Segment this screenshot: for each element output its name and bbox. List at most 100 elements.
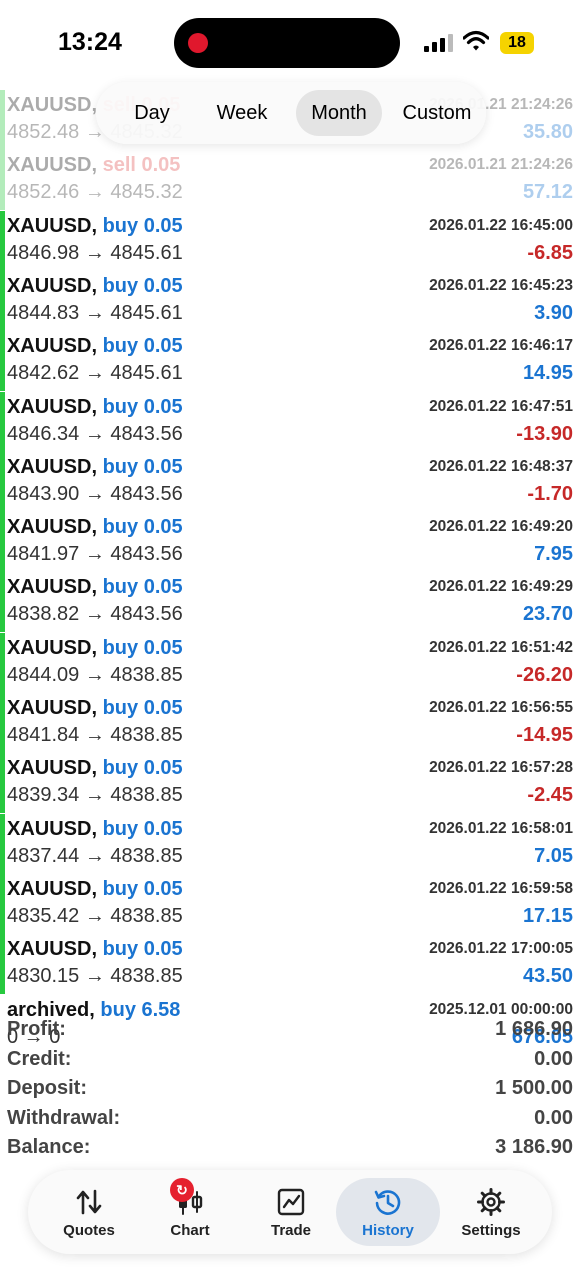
deal-row[interactable]: XAUUSD, buy 0.05 2026.01.22 17:00:05 4830.… bbox=[0, 934, 576, 995]
deal-row[interactable]: XAUUSD, buy 0.05 2026.01.22 16:59:58 4835.… bbox=[0, 873, 576, 934]
summary-row: Profit: 1 686.90 bbox=[0, 1018, 576, 1048]
deal-row[interactable]: XAUUSD, buy 0.05 2026.01.22 16:47:51 4846.… bbox=[0, 391, 576, 452]
deal-profit: 7.95 bbox=[534, 543, 573, 566]
deal-type: buy 0.05 bbox=[102, 817, 183, 840]
deal-profit: -6.85 bbox=[527, 241, 573, 264]
deal-prices: 4852.46 → 4845.32 bbox=[7, 181, 183, 204]
deal-prices: 4844.83 → 4845.61 bbox=[7, 301, 183, 324]
deal-row[interactable]: XAUUSD, sell 0.05 2026.01.21 21:24:26 4852… bbox=[0, 150, 576, 211]
deal-prices: 4830.15 → 4838.85 bbox=[7, 965, 183, 988]
deal-date: 2026.01.22 16:51:42 bbox=[429, 638, 573, 656]
summary-value: 0.00 bbox=[534, 1047, 573, 1070]
deal-symbol: XAUUSD bbox=[7, 335, 92, 358]
chart-notification-badge: ↻ bbox=[170, 1178, 194, 1202]
recording-indicator-icon bbox=[188, 33, 208, 53]
deal-prices: 4846.98 → 4845.61 bbox=[7, 241, 183, 264]
deal-title: XAUUSD, buy 0.05 bbox=[7, 214, 183, 237]
deal-symbol: XAUUSD bbox=[7, 154, 92, 177]
dynamic-island bbox=[174, 18, 400, 68]
period-day[interactable]: Day bbox=[106, 90, 198, 136]
deal-type: buy 0.05 bbox=[102, 636, 183, 659]
deal-type: buy 0.05 bbox=[102, 757, 183, 780]
deal-accent-bar bbox=[0, 512, 5, 573]
summary-label: Balance: bbox=[7, 1136, 91, 1159]
period-week[interactable]: Week bbox=[200, 90, 284, 136]
deal-type: buy 0.05 bbox=[102, 697, 183, 719]
deal-symbol: XAUUSD bbox=[7, 817, 92, 840]
deal-date: 2026.01.21 21:24:26 bbox=[429, 156, 573, 174]
deal-date: 2026.01.22 16:57:28 bbox=[429, 759, 573, 777]
deal-symbol: XAUUSD bbox=[7, 274, 92, 297]
tab-settings[interactable]: Settings bbox=[439, 1178, 543, 1246]
deal-prices: 4846.34 → 4843.56 bbox=[7, 422, 183, 445]
summary-row: Withdrawal: 0.00 bbox=[0, 1107, 576, 1137]
deal-title: XAUUSD, sell 0.05 bbox=[7, 154, 181, 177]
deal-symbol: XAUUSD bbox=[7, 455, 92, 478]
deal-accent-bar bbox=[0, 90, 5, 150]
deal-accent-bar bbox=[0, 753, 5, 814]
deal-prices: 4841.97 → 4843.56 bbox=[7, 543, 183, 566]
deal-row[interactable]: XAUUSD, buy 0.05 2026.01.22 16:49:29 4838.… bbox=[0, 572, 576, 633]
deal-profit: 17.15 bbox=[522, 904, 573, 927]
summary-row: Deposit: 1 500.00 bbox=[0, 1077, 576, 1107]
deal-prices: 4841.84 → 4838.85 bbox=[7, 724, 183, 746]
deal-row[interactable]: XAUUSD, buy 0.05 2026.01.22 16:57:28 4839.… bbox=[0, 753, 576, 814]
deal-profit: 3.90 bbox=[534, 301, 573, 324]
period-custom[interactable]: Custom bbox=[388, 90, 486, 136]
deal-date: 2026.01.22 16:58:01 bbox=[429, 819, 573, 837]
deal-row[interactable]: XAUUSD, buy 0.05 2026.01.22 16:56:55 4841.… bbox=[0, 693, 576, 753]
deal-accent-bar bbox=[0, 813, 5, 874]
deal-symbol: XAUUSD bbox=[7, 757, 92, 780]
summary-value: 0.00 bbox=[534, 1106, 573, 1129]
deal-prices: 4837.44 → 4838.85 bbox=[7, 844, 183, 867]
deal-title: XAUUSD, buy 0.05 bbox=[7, 757, 183, 780]
deal-accent-bar bbox=[0, 210, 5, 271]
deal-date: 2026.01.22 16:59:58 bbox=[429, 879, 573, 897]
deal-row[interactable]: XAUUSD, buy 0.05 2026.01.22 16:46:17 4842.… bbox=[0, 331, 576, 392]
deal-title: XAUUSD, buy 0.05 bbox=[7, 877, 183, 900]
deal-title: XAUUSD, buy 0.05 bbox=[7, 576, 183, 599]
tab-quotes[interactable]: Quotes bbox=[37, 1178, 141, 1246]
bottom-tab-bar: Quotes Chart Trade History Settings bbox=[28, 1170, 552, 1254]
deal-row[interactable]: XAUUSD, buy 0.05 2026.01.22 16:45:23 4844.… bbox=[0, 270, 576, 331]
deal-profit: -14.95 bbox=[516, 724, 573, 746]
period-month[interactable]: Month bbox=[296, 90, 382, 136]
wifi-icon bbox=[463, 30, 489, 51]
deal-accent-bar bbox=[0, 150, 5, 211]
deal-symbol: XAUUSD bbox=[7, 636, 92, 659]
deal-date: 2026.01.22 16:45:23 bbox=[429, 276, 573, 294]
deal-date: 2026.01.22 16:49:20 bbox=[429, 518, 573, 536]
history-icon bbox=[374, 1190, 401, 1215]
deal-prices: 4839.34 → 4838.85 bbox=[7, 784, 183, 807]
tab-trade[interactable]: Trade bbox=[239, 1178, 343, 1246]
deal-symbol: XAUUSD bbox=[7, 94, 92, 116]
deal-type: buy 0.05 bbox=[102, 214, 183, 237]
deal-profit: -26.20 bbox=[516, 663, 573, 686]
deal-row[interactable]: XAUUSD, buy 0.05 2026.01.22 16:51:42 4844.… bbox=[0, 632, 576, 693]
deal-row[interactable]: XAUUSD, buy 0.05 2026.01.22 16:48:37 4843.… bbox=[0, 451, 576, 512]
tab-label: Settings bbox=[461, 1222, 521, 1239]
period-filter: Day Week Month Custom bbox=[96, 82, 486, 144]
trade-icon bbox=[277, 1188, 305, 1216]
deal-row[interactable]: XAUUSD, buy 0.05 2026.01.22 16:49:20 4841.… bbox=[0, 512, 576, 573]
deal-row[interactable]: XAUUSD, buy 0.05 2026.01.22 16:45:00 4846.… bbox=[0, 210, 576, 271]
deal-row[interactable]: XAUUSD, buy 0.05 2026.01.22 16:58:01 4837.… bbox=[0, 813, 576, 874]
deal-prices: 4843.90 → 4843.56 bbox=[7, 482, 183, 505]
deal-type: buy 0.05 bbox=[102, 395, 183, 418]
tab-label: Chart bbox=[170, 1222, 210, 1239]
tab-history[interactable]: History bbox=[336, 1178, 440, 1246]
deal-accent-bar bbox=[0, 451, 5, 512]
deal-prices: 4844.09 → 4838.85 bbox=[7, 663, 183, 686]
deal-profit: 57.12 bbox=[522, 181, 573, 204]
summary-value: 1 686.90 bbox=[495, 1018, 573, 1040]
deal-profit: 35.80 bbox=[522, 121, 573, 143]
deal-date: 2026.01.22 16:46:17 bbox=[429, 337, 573, 355]
deal-profit: -2.45 bbox=[527, 784, 573, 807]
deal-symbol: XAUUSD bbox=[7, 516, 92, 539]
deal-title: XAUUSD, buy 0.05 bbox=[7, 455, 183, 478]
deal-accent-bar bbox=[0, 934, 5, 995]
deal-prices: 4835.42 → 4838.85 bbox=[7, 904, 183, 927]
deal-type: buy 0.05 bbox=[102, 274, 183, 297]
summary-label: Withdrawal: bbox=[7, 1106, 121, 1129]
tab-label: History bbox=[362, 1222, 414, 1239]
